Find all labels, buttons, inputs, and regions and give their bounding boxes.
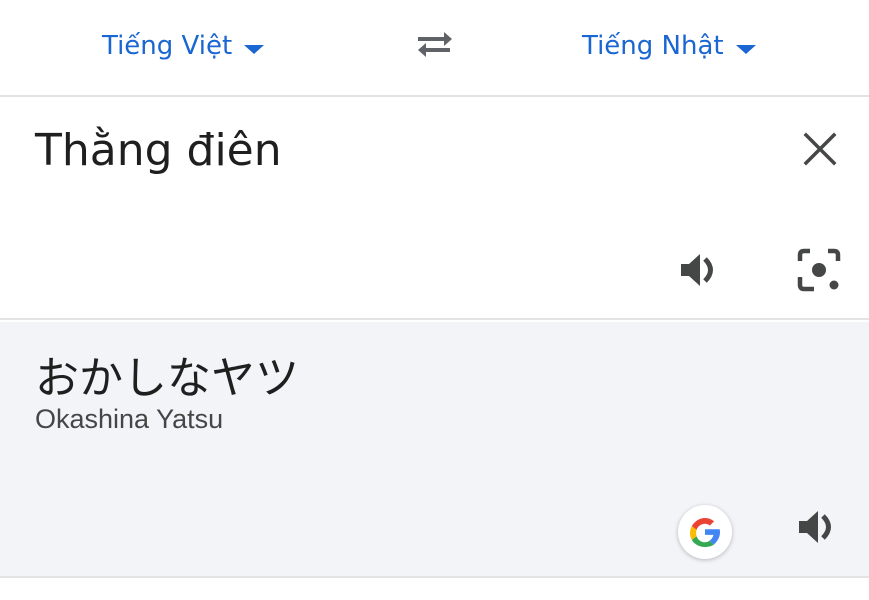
source-language-selector[interactable]: Tiếng Việt bbox=[102, 28, 265, 64]
source-language-label: Tiếng Việt bbox=[102, 31, 233, 61]
google-logo-icon bbox=[690, 518, 720, 547]
bottom-area bbox=[0, 580, 869, 600]
translation-panel: おかしなヤツ Okashina Yatsu bbox=[0, 322, 869, 578]
source-panel[interactable]: Thằng điên bbox=[0, 99, 869, 320]
camera-lens-icon[interactable] bbox=[796, 247, 842, 293]
swap-languages-icon[interactable] bbox=[410, 24, 458, 68]
romanization-text: Okashina Yatsu bbox=[35, 404, 224, 434]
close-icon[interactable] bbox=[800, 129, 840, 169]
speaker-icon[interactable] bbox=[796, 506, 842, 548]
target-language-selector[interactable]: Tiếng Nhật bbox=[582, 28, 756, 64]
speaker-icon[interactable] bbox=[678, 249, 724, 291]
target-language-label: Tiếng Nhật bbox=[582, 31, 724, 61]
translation-text: おかしなヤツ bbox=[35, 353, 299, 404]
language-bar: Tiếng Việt Tiếng Nhật bbox=[0, 0, 869, 97]
chevron-down-icon bbox=[735, 44, 756, 54]
chevron-down-icon bbox=[244, 44, 265, 54]
google-logo-badge[interactable] bbox=[678, 505, 732, 559]
source-text[interactable]: Thằng điên bbox=[35, 125, 282, 176]
